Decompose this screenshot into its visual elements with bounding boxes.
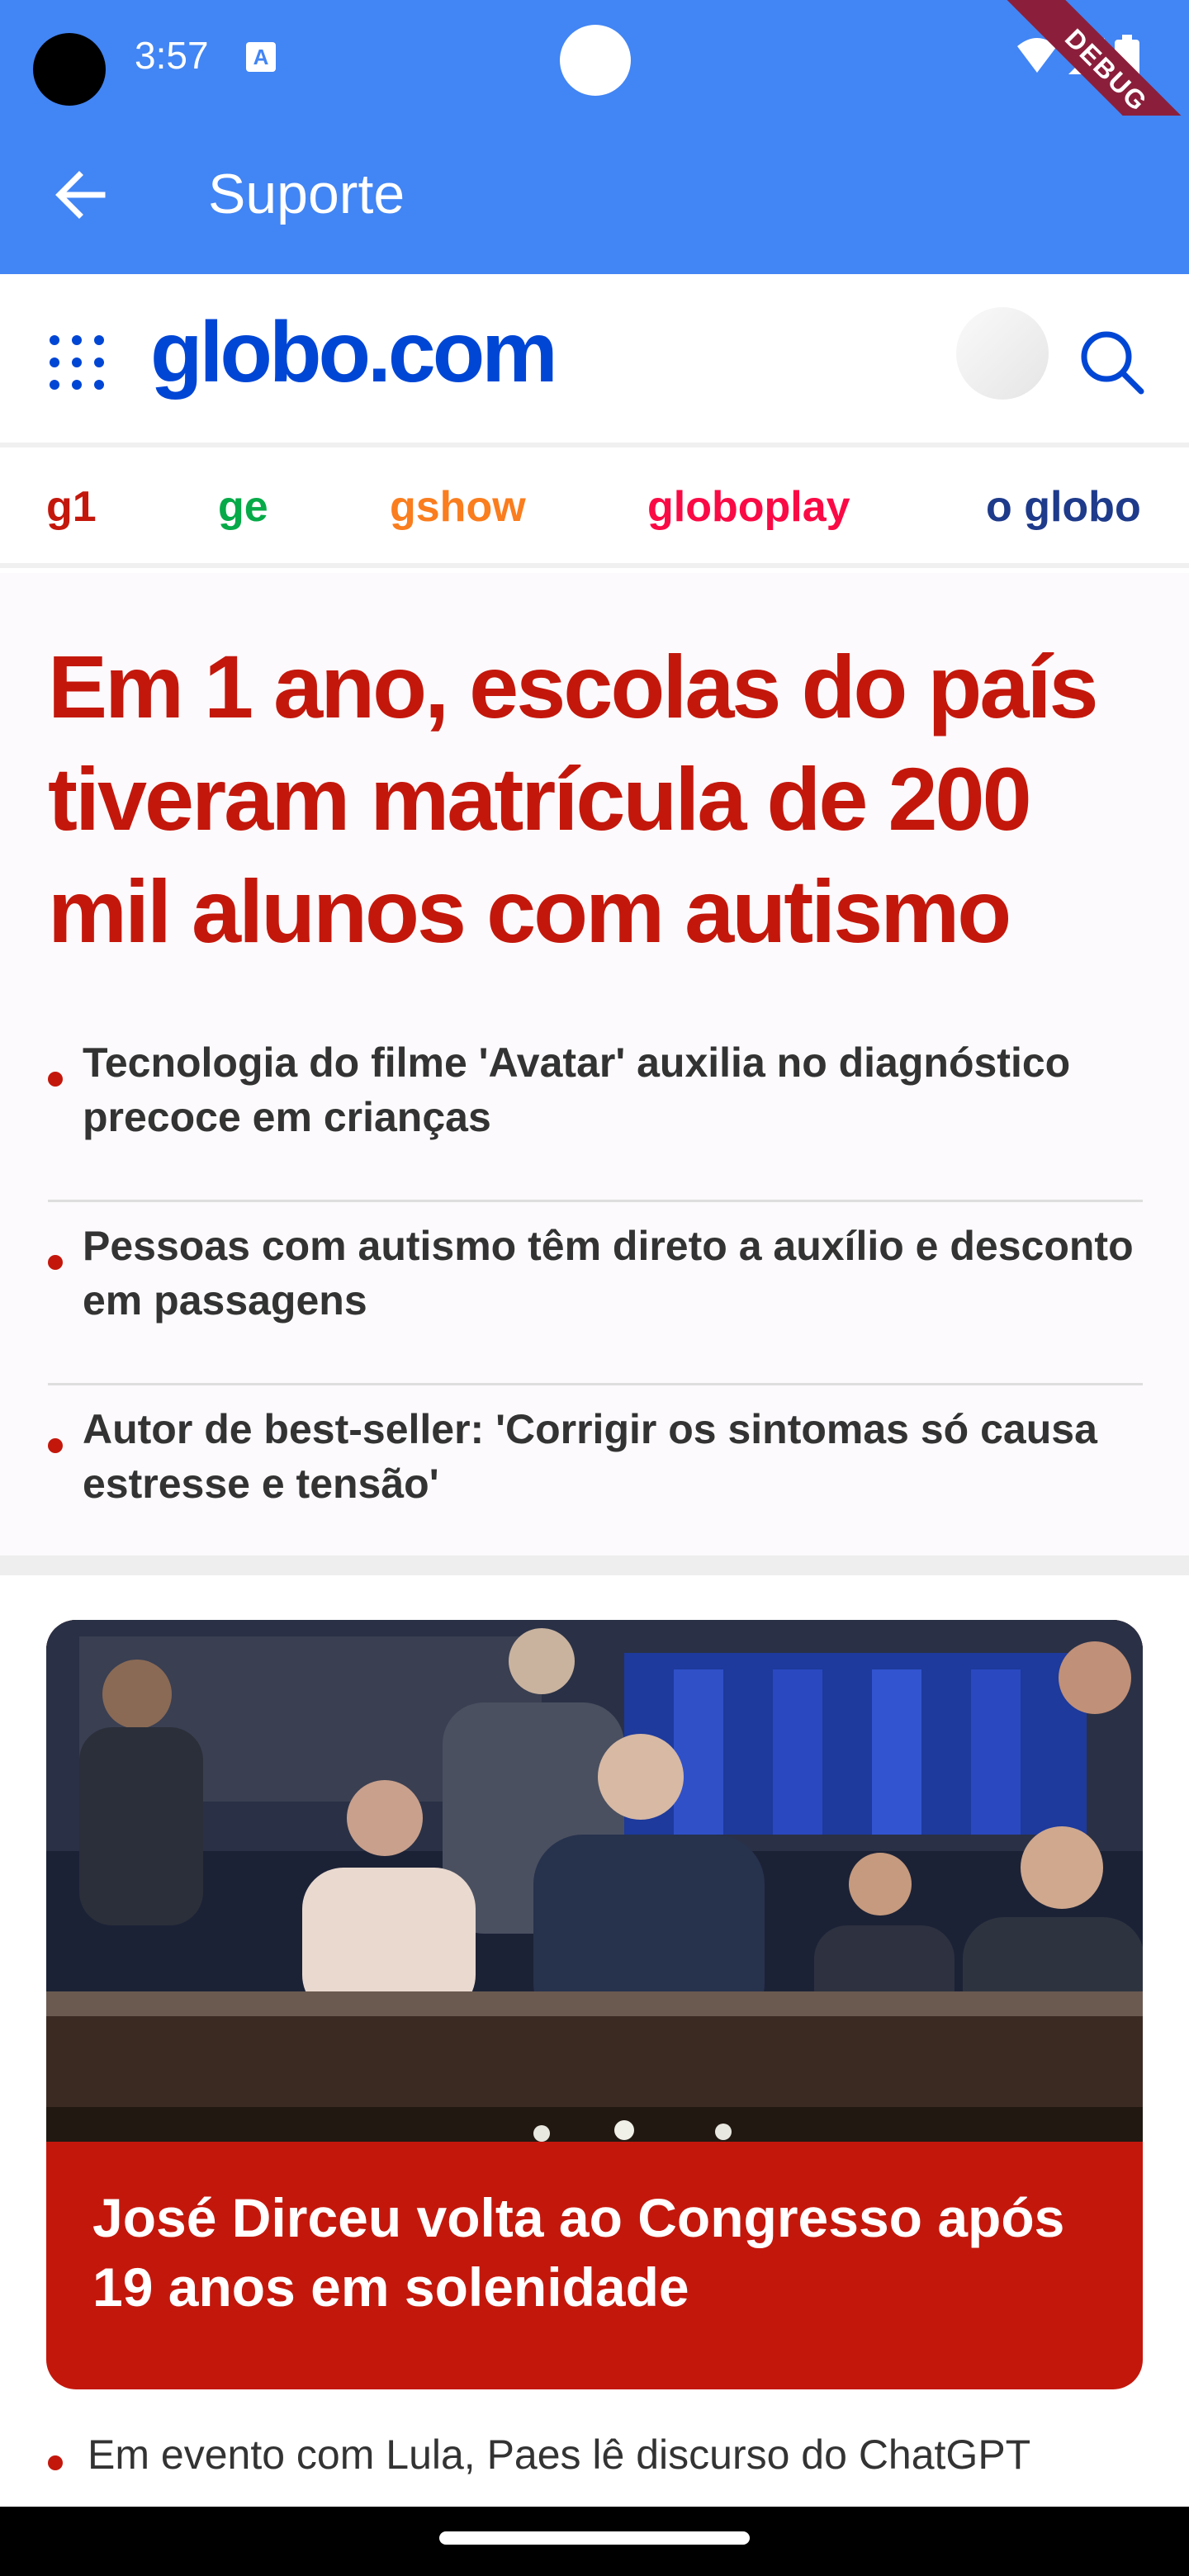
sub-link-text[interactable]: Em evento com Lula, Paes lê discurso do … [88,2431,1030,2479]
search-icon[interactable] [1078,329,1146,396]
related-item[interactable]: Pessoas com autismo têm direto a auxílio… [48,1202,1143,1385]
related-links: Tecnologia do filme 'Avatar' auxilia no … [48,1019,1143,1569]
related-item[interactable]: Autor de best-seller: 'Corrigir os sinto… [48,1385,1143,1569]
bullet-icon [48,2455,63,2470]
main-story-section: Em 1 ano, escolas do país tiveram matríc… [0,573,1189,1556]
arrow-left-icon[interactable] [50,163,112,226]
product-link-oglobo[interactable]: o globo [986,482,1141,532]
grid-menu-icon[interactable] [48,334,106,391]
status-time: 3:57 [135,34,209,77]
news-card-image[interactable] [46,1620,1143,2142]
product-link-g1[interactable]: g1 [46,482,97,532]
bullet-icon [48,1255,63,1270]
system-nav-bar [0,2507,1189,2576]
globo-header: globo.com [0,274,1189,447]
product-link-gshow[interactable]: gshow [390,482,526,532]
news-card-title[interactable]: José Dirceu volta ao Congresso após 19 a… [92,2183,1100,2322]
section-divider [0,1556,1189,1575]
related-item-text[interactable]: Autor de best-seller: 'Corrigir os sinto… [83,1385,1143,1511]
a-icon: A [246,42,276,72]
product-link-globoplay[interactable]: globoplay [647,482,850,532]
bullet-icon [48,1072,63,1087]
camera-cutout [33,33,106,106]
bullet-icon [48,1438,63,1453]
related-item-text[interactable]: Tecnologia do filme 'Avatar' auxilia no … [83,1019,1143,1144]
globo-logo[interactable]: globo.com [150,304,558,402]
news-card[interactable]: José Dirceu volta ao Congresso após 19 a… [46,1620,1143,2389]
avatar[interactable] [956,307,1049,400]
app-bar: Suporte [0,116,1189,274]
related-item[interactable]: Tecnologia do filme 'Avatar' auxilia no … [48,1019,1143,1202]
notification-dot-icon [560,25,631,96]
app-title: Suporte [208,163,405,225]
status-bar: 3:57 A DEBUG [0,0,1189,184]
product-link-ge[interactable]: ge [218,482,268,532]
product-nav: g1 ge gshow globoplay o globo [0,452,1189,568]
home-gesture-pill[interactable] [439,2531,750,2545]
main-headline[interactable]: Em 1 ano, escolas do país tiveram matríc… [48,631,1154,968]
related-item-text[interactable]: Pessoas com autismo têm direto a auxílio… [83,1202,1143,1328]
sub-link-item[interactable]: Em evento com Lula, Paes lê discurso do … [48,2431,1154,2497]
